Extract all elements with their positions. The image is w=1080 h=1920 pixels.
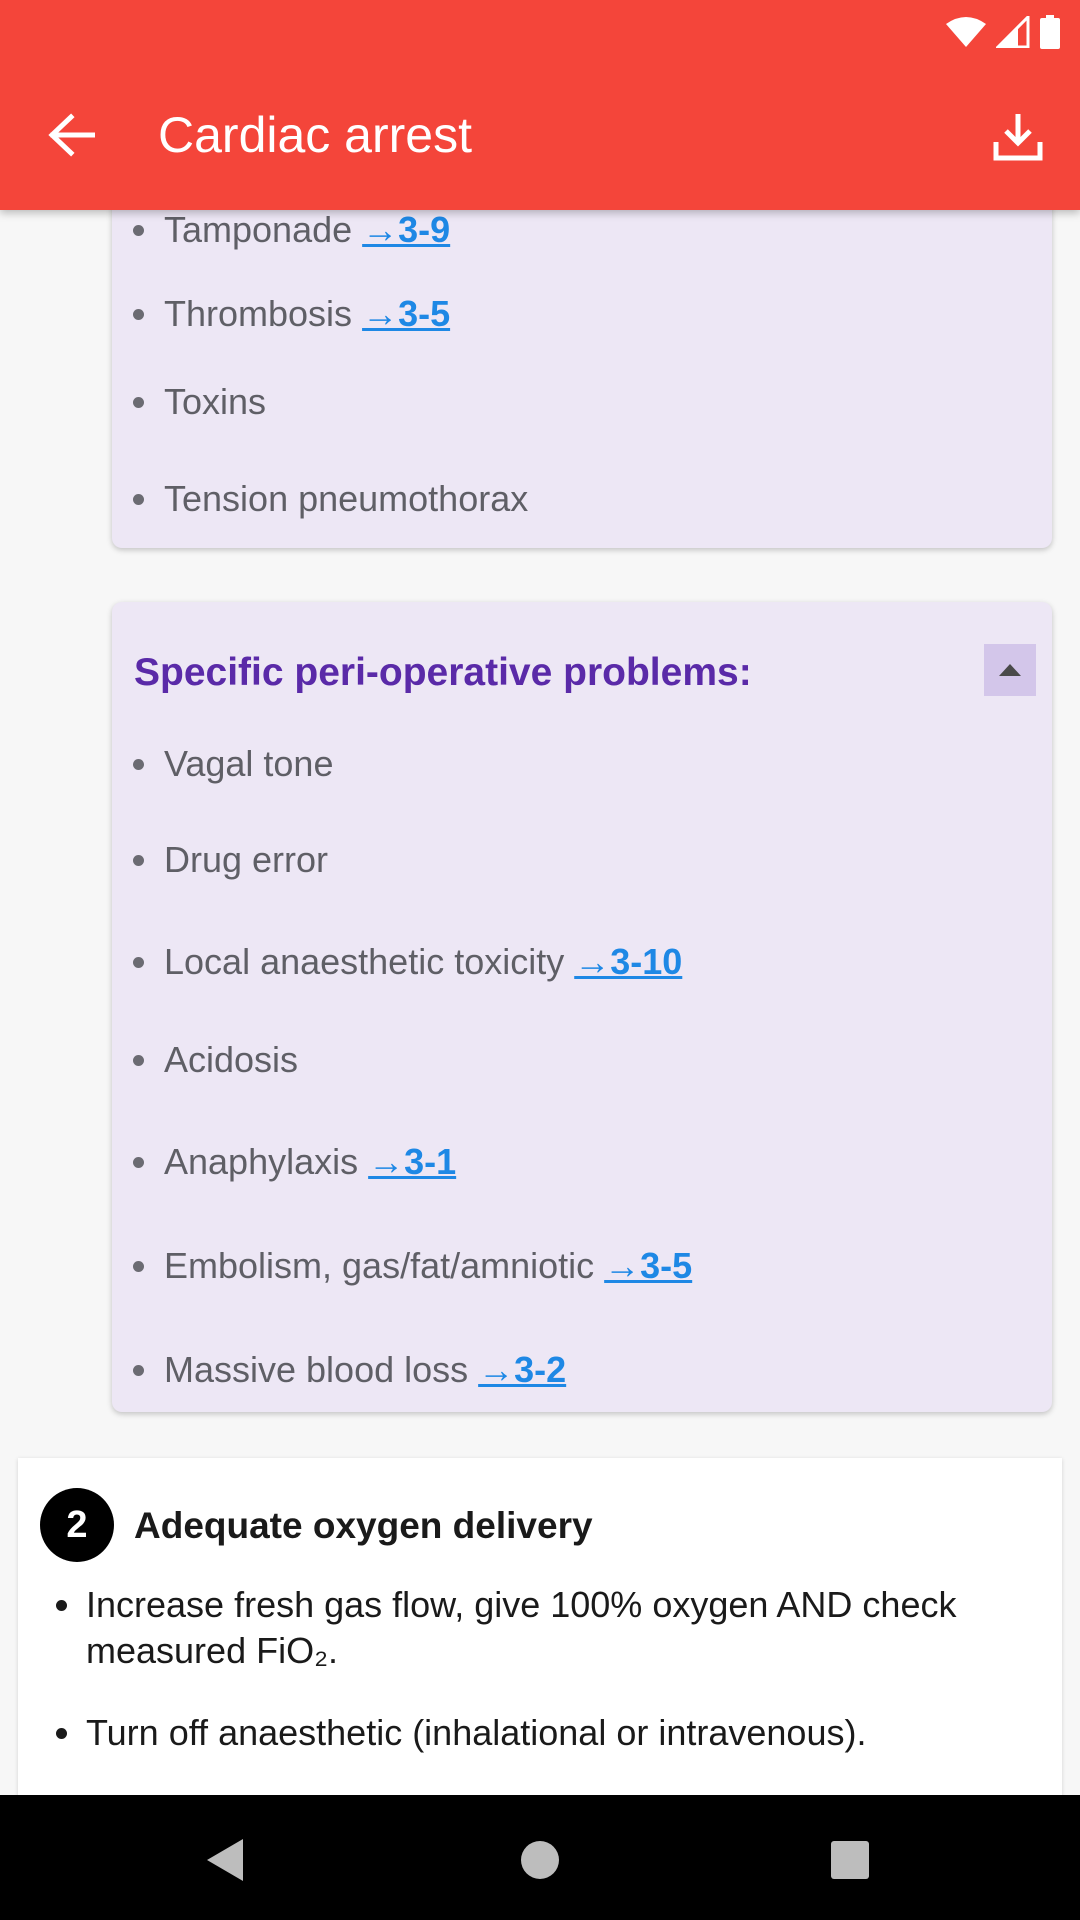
item-label: Local anaesthetic toxicity <box>164 941 565 982</box>
app-bar: Cardiac arrest <box>0 0 1080 210</box>
panel-heading: Specific peri-operative problems: <box>134 651 752 694</box>
item-label: Massive blood loss <box>164 1349 469 1390</box>
screen: Cardiac arrest Tamponade →3-9 Thrombosis →… <box>0 0 1080 1920</box>
item-label: Drug error <box>164 839 329 880</box>
content-scroll-area[interactable]: Tamponade →3-9 Thrombosis →3-5 Toxins Tens… <box>0 210 1080 1795</box>
item-label: Embolism, gas/fat/amniotic <box>164 1245 595 1286</box>
caret-up-icon <box>999 664 1021 676</box>
arrow-left-icon <box>48 113 95 157</box>
cell-signal-icon <box>996 16 1030 48</box>
item-label: Tension pneumothorax <box>164 478 529 519</box>
list-item: Tamponade →3-9 <box>132 210 450 252</box>
recents-square-icon <box>831 1841 869 1879</box>
reference-link[interactable]: →3-5 <box>604 1245 692 1286</box>
step-list-item: Turn off anaesthetic (inhalational or in… <box>56 1710 1046 1756</box>
collapse-button[interactable] <box>984 644 1036 696</box>
nav-home-button[interactable] <box>505 1825 575 1895</box>
back-button[interactable] <box>36 100 106 170</box>
system-nav-bar <box>0 1795 1080 1920</box>
list-item: Drug error <box>132 838 329 882</box>
list-item: Vagal tone <box>132 742 334 786</box>
reference-link[interactable]: →3-10 <box>574 941 682 982</box>
list-item: Tension pneumothorax <box>132 477 529 521</box>
step-list-item: Increase fresh gas flow, give 100% oxyge… <box>56 1582 1046 1674</box>
step-card: 2 Adequate oxygen delivery Increase fres… <box>18 1458 1062 1795</box>
download-button[interactable] <box>982 100 1054 172</box>
list-item: Embolism, gas/fat/amniotic →3-5 <box>132 1244 692 1288</box>
item-label: Tamponade <box>164 210 353 250</box>
status-bar <box>946 14 1060 50</box>
step-number-badge: 2 <box>40 1488 114 1562</box>
page-title: Cardiac arrest <box>158 107 472 163</box>
item-label: Toxins <box>164 381 267 422</box>
step-list: Increase fresh gas flow, give 100% oxyge… <box>56 1582 1046 1792</box>
reference-link[interactable]: →3-1 <box>368 1141 456 1182</box>
step-title: Adequate oxygen delivery <box>134 1505 593 1546</box>
nav-recents-button[interactable] <box>815 1825 885 1895</box>
list-item: Anaphylaxis →3-1 <box>132 1140 456 1184</box>
back-triangle-icon <box>207 1839 243 1881</box>
periop-problems-panel: Specific peri-operative problems: Vagal … <box>112 602 1052 1412</box>
causes-panel: Tamponade →3-9 Thrombosis →3-5 Toxins Tens… <box>112 210 1052 548</box>
download-icon <box>993 114 1043 161</box>
item-label: Thrombosis <box>164 293 353 334</box>
list-item: Thrombosis →3-5 <box>132 292 450 336</box>
item-label: Vagal tone <box>164 743 334 784</box>
battery-icon <box>1040 15 1060 49</box>
home-circle-icon <box>521 1841 559 1879</box>
wifi-icon <box>946 17 986 47</box>
reference-link[interactable]: →3-2 <box>478 1349 566 1390</box>
item-label: Acidosis <box>164 1039 299 1080</box>
list-item: Acidosis <box>132 1038 299 1082</box>
item-label: Anaphylaxis <box>164 1141 359 1182</box>
list-item: Local anaesthetic toxicity →3-10 <box>132 940 682 984</box>
nav-back-button[interactable] <box>190 1825 260 1895</box>
list-item: Massive blood loss →3-2 <box>132 1348 566 1392</box>
list-item: Toxins <box>132 380 267 424</box>
reference-link[interactable]: →3-5 <box>362 293 450 334</box>
reference-link[interactable]: →3-9 <box>362 210 450 250</box>
